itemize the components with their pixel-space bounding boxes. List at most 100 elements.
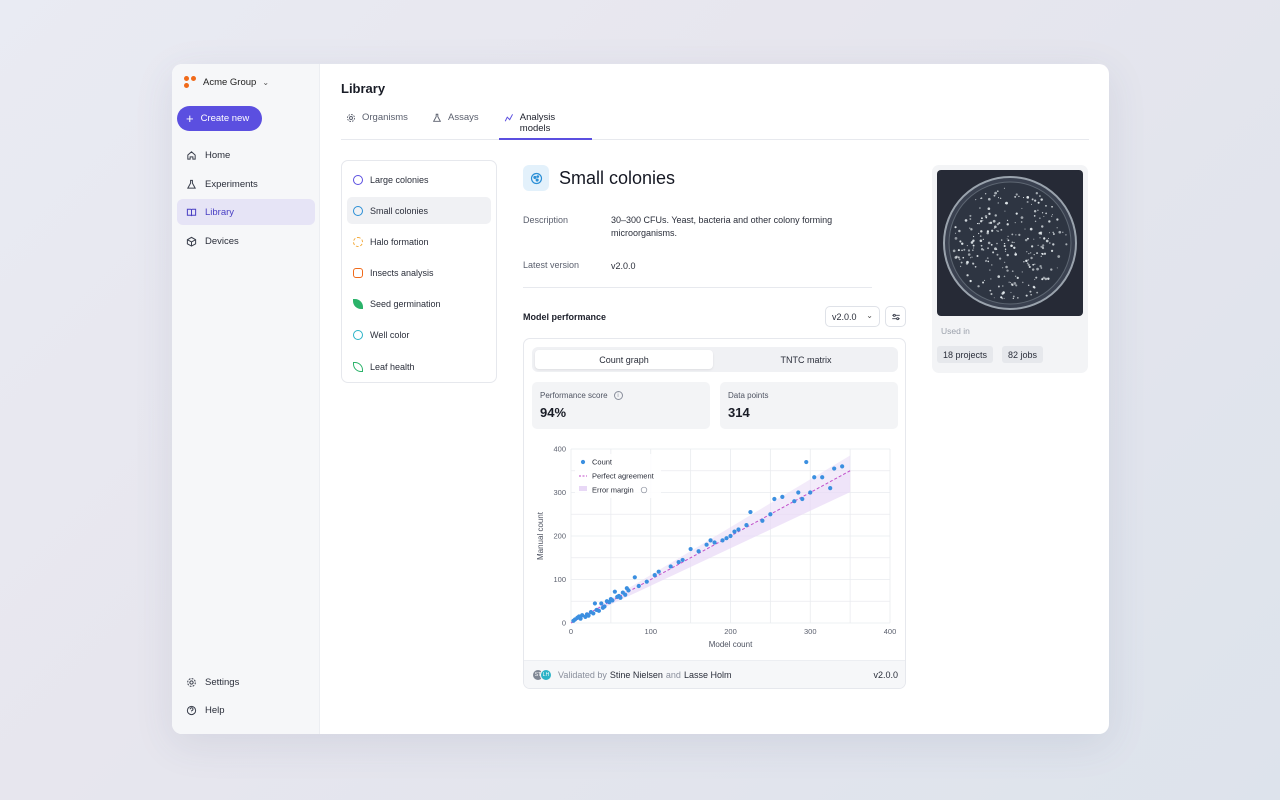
data-point	[828, 486, 833, 491]
data-point	[808, 490, 813, 495]
x-tick-label: 200	[724, 627, 737, 636]
data-point	[772, 496, 777, 502]
data-points-value: 314	[728, 405, 750, 420]
legend-agreement-label: Perfect agreement	[592, 472, 655, 481]
validator-name: Stine Nielsen	[609, 669, 663, 680]
create-new-label: Create new	[200, 113, 250, 124]
model-item-small-colonies[interactable]: Small colonies	[347, 197, 491, 225]
palette-icon	[353, 330, 363, 341]
filter-button[interactable]	[885, 306, 906, 327]
sidebar-item-label: Library	[205, 206, 235, 218]
latest-version-value: v2.0.0	[611, 261, 636, 271]
model-item-halo-formation[interactable]: Halo formation	[347, 228, 491, 255]
leaf-icon	[353, 361, 363, 372]
sidebar-item-experiments[interactable]: Experiments	[177, 171, 315, 197]
sidebar-item-label: Help	[205, 704, 225, 716]
data-point	[820, 475, 825, 480]
sidebar-item-help[interactable]: Help	[177, 697, 315, 723]
data-point	[712, 540, 717, 545]
data-point	[688, 546, 693, 552]
model-item-seed-germination[interactable]: Seed germination	[347, 291, 491, 318]
chevron-down-icon: ⌄	[262, 77, 270, 87]
tab-organisms[interactable]: Organisms	[346, 106, 408, 140]
model-preview-panel: Used in 18 projects 82 jobs	[932, 165, 1088, 373]
model-item-well-color[interactable]: Well color	[347, 322, 491, 349]
main-content: Library Organisms Assays Analysis models…	[320, 64, 1109, 734]
home-icon	[187, 150, 196, 160]
divider	[523, 287, 872, 288]
version-select[interactable]: v2.0.0 ⌄	[825, 306, 880, 327]
library-tabs: Organisms Assays Analysis models	[341, 106, 1089, 140]
tab-assays[interactable]: Assays	[432, 106, 479, 140]
sidebar-item-library[interactable]: Library	[177, 199, 315, 225]
data-point	[656, 569, 661, 574]
data-point	[760, 518, 765, 523]
y-tick-label: 400	[553, 445, 566, 454]
org-switcher[interactable]: Acme Group ⌄	[184, 75, 269, 89]
book-icon	[186, 208, 197, 216]
tab-label: Organisms	[362, 112, 408, 123]
data-point	[732, 529, 737, 534]
data-point	[626, 588, 631, 593]
cog-icon	[347, 114, 355, 122]
legend-count-marker	[580, 459, 586, 465]
y-tick-label: 300	[553, 488, 566, 497]
bug-icon	[353, 268, 363, 279]
colony-icon	[353, 174, 363, 185]
create-new-button[interactable]: + Create new	[177, 106, 262, 131]
data-point	[840, 464, 845, 469]
sidebar-item-label: Settings	[205, 676, 240, 688]
segment-count-graph[interactable]: Count graph	[535, 350, 713, 369]
data-point	[804, 459, 809, 465]
flask-icon	[432, 113, 442, 122]
data-point	[586, 613, 591, 618]
colony-icon	[523, 165, 549, 191]
model-title: Small colonies	[559, 168, 676, 188]
model-item-large-colonies[interactable]: Large colonies	[347, 166, 491, 193]
validator-name: Lasse Holm	[683, 669, 732, 680]
segment-tntc-matrix[interactable]: TNTC matrix	[717, 350, 895, 369]
footer-version: v2.0.0	[873, 669, 898, 680]
y-tick-label: 100	[553, 575, 566, 584]
data-point	[632, 575, 637, 580]
latest-version-label: Latest version	[523, 260, 580, 270]
sidebar-item-label: Devices	[205, 235, 239, 247]
data-point	[720, 538, 725, 543]
sidebar-item-settings[interactable]: Settings	[177, 669, 315, 695]
y-tick-label: 0	[562, 619, 566, 628]
model-item-label: Seed germination	[370, 299, 441, 310]
sidebar-item-home[interactable]: Home	[177, 142, 315, 168]
data-point	[591, 611, 596, 616]
y-tick-label: 200	[553, 532, 566, 541]
data-point	[680, 557, 685, 563]
count-graph-chart: 0 100 200 300 400 0 100 200 300 400 Model count Man…	[536, 445, 897, 650]
data-point	[832, 466, 837, 471]
data-point	[602, 604, 607, 609]
data-point	[618, 595, 623, 600]
version-select-value: v2.0.0	[832, 311, 857, 322]
data-point	[668, 564, 673, 569]
model-item-label: Leaf health	[370, 361, 415, 372]
x-tick-label: 400	[884, 627, 897, 636]
data-point	[812, 475, 817, 480]
data-point	[736, 527, 741, 532]
model-item-leaf-health[interactable]: Leaf health	[347, 353, 491, 380]
sidebar-item-devices[interactable]: Devices	[177, 228, 315, 254]
projects-chip[interactable]: 18 projects	[937, 346, 994, 363]
view-toggle: Count graph TNTC matrix	[532, 347, 898, 372]
data-point	[596, 608, 602, 613]
data-point	[780, 494, 785, 499]
tab-label: Assays	[448, 112, 479, 123]
model-item-insects-analysis[interactable]: Insects analysis	[347, 260, 491, 287]
and-label: and	[665, 669, 681, 680]
data-point	[796, 490, 801, 495]
data-point	[768, 512, 773, 517]
tab-analysis-models[interactable]: Analysis models	[499, 106, 592, 140]
jobs-chip[interactable]: 82 jobs	[1002, 346, 1044, 363]
info-icon[interactable]: i	[613, 391, 623, 400]
model-item-label: Well color	[370, 330, 410, 341]
legend-error-label: Error margin	[592, 486, 634, 495]
data-points-label: Data points	[728, 391, 769, 400]
sidebar-item-label: Home	[205, 149, 231, 161]
graph-icon	[504, 114, 514, 122]
